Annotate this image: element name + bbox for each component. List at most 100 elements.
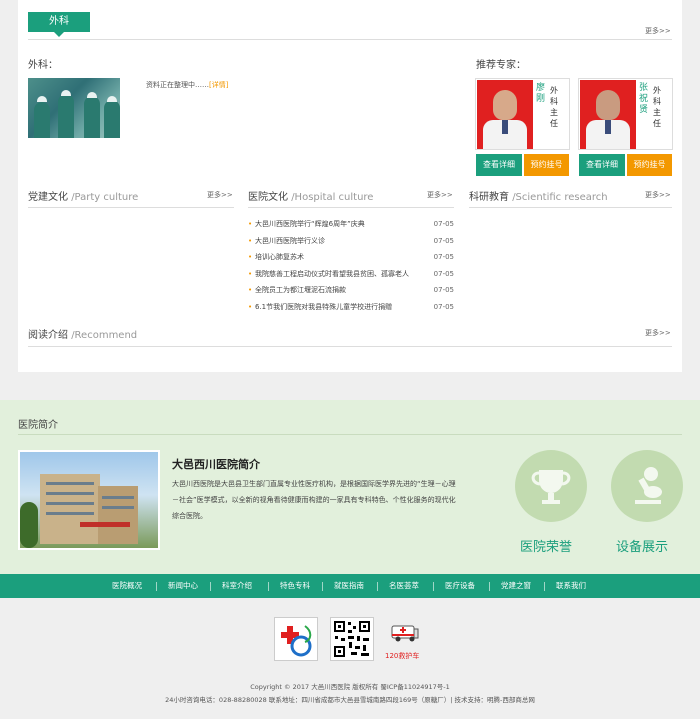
bullet-icon: • xyxy=(248,253,253,262)
experts-heading: 推荐专家： xyxy=(476,60,526,71)
nav-separator xyxy=(377,582,378,591)
list-item[interactable]: • 全院员工为都江堰泥石流捐款 07-05 xyxy=(248,282,454,299)
content-card xyxy=(18,0,682,372)
nav-item[interactable]: 就医指南 xyxy=(334,574,364,598)
nav-item[interactable]: 联系我们 xyxy=(556,574,586,598)
divider xyxy=(28,346,672,347)
hospital-building-image xyxy=(18,450,160,550)
bullet-icon: • xyxy=(248,302,253,311)
research-title: 科研教育 /Scientific research xyxy=(469,188,608,203)
intro-section-title: 医院简介 xyxy=(18,420,58,431)
bullet-icon: • xyxy=(248,286,253,295)
list-item[interactable]: • 大邑川西医院举行“辉煌6周年”庆典 07-05 xyxy=(248,216,454,233)
party-title-cn: 党建文化 xyxy=(28,192,68,203)
surgery-message: 资料正在整理中……[详情] xyxy=(146,80,228,90)
list-item[interactable]: • 我院慈善工程启动仪式时看望我县贫困、孤寡老人 07-05 xyxy=(248,266,454,283)
nav-item[interactable]: 新闻中心 xyxy=(168,574,198,598)
trophy-icon[interactable] xyxy=(515,450,587,522)
nav-item[interactable]: 特色专科 xyxy=(280,574,310,598)
list-item[interactable]: • 培训心肺复苏术 07-05 xyxy=(248,249,454,266)
doctor-card-2[interactable]: 张祝贤 外科主任 xyxy=(578,78,673,150)
microscope-icon[interactable] xyxy=(611,450,683,522)
recommend-title-en: /Recommend xyxy=(71,330,138,341)
doctor-2-book-button[interactable]: 预约挂号 xyxy=(627,154,672,176)
ambulance-label: 120救护车 xyxy=(385,652,420,660)
nav-item[interactable]: 科室介绍 xyxy=(222,574,252,598)
doctor-title: 外科主任 xyxy=(653,86,661,128)
news-date: 07-05 xyxy=(433,253,454,262)
bullet-icon: • xyxy=(248,269,253,278)
copyright-text: Copyright © 2017 大邑川西医院 版权所有 蜀ICP备110249… xyxy=(250,683,450,691)
intro-paragraph: 大邑川西医院是大邑县卫生部门直属专业性医疗机构，是根据国际医学界先进的“生理－心… xyxy=(172,480,456,520)
intro-heading: 大邑西川医院简介 xyxy=(172,458,260,471)
nav-item[interactable]: 医院概况 xyxy=(112,574,142,598)
doctor-card-1[interactable]: 廖刚 外科主任 xyxy=(475,78,570,150)
recommend-title: 阅读介绍 /Recommend xyxy=(28,326,137,341)
doctor-2-detail-button[interactable]: 查看详细 xyxy=(579,154,625,176)
news-title[interactable]: 全院员工为都江堰泥石流捐款 xyxy=(255,282,346,299)
culture-list: • 大邑川西医院举行“辉煌6周年”庆典 07-05 • 大邑川西医院举行义诊 07-05 •… xyxy=(248,216,454,316)
doctor-title: 外科主任 xyxy=(550,86,558,128)
recommend-more-link[interactable]: 更多>> xyxy=(645,328,671,338)
doctor-1-book-button[interactable]: 预约挂号 xyxy=(524,154,569,176)
list-item[interactable]: • 大邑川西医院举行义诊 07-05 xyxy=(248,233,454,250)
surgery-photo xyxy=(28,78,120,138)
doctor-photo xyxy=(477,80,533,149)
nav-separator xyxy=(544,582,545,591)
page: 外科 更多>> 外科： 资料正在整理中……[详情] 推荐专家： 廖刚 外科主任 … xyxy=(0,0,700,719)
list-item[interactable]: • 6.1节我们医院对我县特殊儿童学校进行捐赠 07-05 xyxy=(248,299,454,316)
footer-nav: 医院概况 新闻中心 科室介绍 特色专科 就医指南 名医荟萃 医疗设备 党建之窗 联系我们 xyxy=(0,574,700,598)
bullet-icon: • xyxy=(248,236,253,245)
divider xyxy=(248,207,454,208)
nav-separator xyxy=(268,582,269,591)
research-title-cn: 科研教育 xyxy=(469,192,509,203)
nav-separator xyxy=(433,582,434,591)
news-title[interactable]: 我院慈善工程启动仪式时看望我县贫困、孤寡老人 xyxy=(255,266,409,283)
news-date: 07-05 xyxy=(433,286,454,295)
ambulance-icon xyxy=(390,620,420,644)
culture-more-link[interactable]: 更多>> xyxy=(427,190,453,200)
news-date: 07-05 xyxy=(433,269,454,278)
divider xyxy=(28,207,234,208)
divider xyxy=(28,39,672,40)
surgery-message-text: 资料正在整理中…… xyxy=(146,81,209,89)
bullet-icon: • xyxy=(248,220,253,228)
news-title[interactable]: 6.1节我们医院对我县特殊儿童学校进行捐赠 xyxy=(255,299,392,316)
culture-title-cn: 医院文化 xyxy=(248,192,288,203)
nav-separator xyxy=(489,582,490,591)
research-more-link[interactable]: 更多>> xyxy=(645,190,671,200)
divider xyxy=(18,434,682,435)
recommend-title-cn: 阅读介绍 xyxy=(28,330,68,341)
nav-item[interactable]: 名医荟萃 xyxy=(389,574,419,598)
hospital-logo-icon xyxy=(274,617,318,661)
party-title-en: /Party culture xyxy=(71,192,139,203)
news-date: 07-05 xyxy=(433,302,454,311)
tab-surgery[interactable]: 外科 xyxy=(28,12,90,37)
doctor-1-detail-button[interactable]: 查看详细 xyxy=(476,154,522,176)
news-title[interactable]: 大邑川西医院举行“辉煌6周年”庆典 xyxy=(255,216,365,233)
surgery-heading: 外科： xyxy=(28,60,58,71)
news-date: 07-05 xyxy=(433,236,454,245)
news-title[interactable]: 培训心肺复苏术 xyxy=(255,249,304,266)
doctor-name: 廖刚 xyxy=(536,83,546,104)
party-more-link[interactable]: 更多>> xyxy=(207,190,233,200)
doctor-name: 张祝贤 xyxy=(639,83,649,115)
detail-link[interactable]: [详情] xyxy=(209,81,228,89)
equipment-label[interactable]: 设备展示 xyxy=(616,536,668,555)
honor-label[interactable]: 医院荣誉 xyxy=(520,536,572,555)
contact-text: 24小时咨询电话：028-88280028 联系地址：四川省成都市大邑县雪城南路… xyxy=(165,696,535,704)
nav-separator xyxy=(156,582,157,591)
nav-separator xyxy=(322,582,323,591)
surgery-more-link[interactable]: 更多>> xyxy=(645,26,671,36)
culture-title-en: /Hospital culture xyxy=(291,192,374,203)
qr-code-icon xyxy=(330,617,374,661)
research-title-en: /Scientific research xyxy=(512,192,608,203)
nav-item[interactable]: 医疗设备 xyxy=(445,574,475,598)
news-date: 07-05 xyxy=(433,220,454,228)
news-title[interactable]: 大邑川西医院举行义诊 xyxy=(255,233,325,250)
culture-title: 医院文化 /Hospital culture xyxy=(248,188,373,203)
nav-separator xyxy=(210,582,211,591)
party-title: 党建文化 /Party culture xyxy=(28,188,138,203)
divider xyxy=(469,207,672,208)
nav-item[interactable]: 党建之窗 xyxy=(501,574,531,598)
